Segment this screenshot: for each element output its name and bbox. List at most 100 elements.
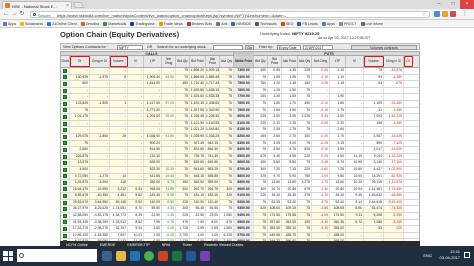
strike-price-cell[interactable]: 9200.00	[234, 199, 254, 206]
extension-icon[interactable]	[434, 11, 440, 17]
strike-price-cell[interactable]: 8100.00	[234, 120, 254, 127]
call-ltp-cell[interactable]: 900.20	[144, 140, 162, 147]
strike-price-cell[interactable]: 8300.00	[234, 140, 254, 147]
call-oi-cell[interactable]: 18,64,475	[70, 186, 90, 193]
put-ltp-cell[interactable]: 1.75	[330, 107, 346, 114]
call-chart-icon[interactable]	[61, 193, 70, 199]
call-chart-icon[interactable]	[61, 226, 70, 232]
call-ltp-cell[interactable]: 1,909.40	[144, 74, 162, 81]
put-ltp-cell[interactable]: 20.80	[330, 186, 346, 193]
option-row[interactable]: 18,64,475 -19,950 3,212 9.53 265.05 11.85 300 2…	[60, 186, 420, 194]
bookmark-star-icon[interactable]: ☆	[422, 12, 426, 18]
option-row[interactable]: 4,500- - -523.30 10.20 75 541.60 553.25 75 8700.…	[60, 166, 420, 174]
put-ltp-cell[interactable]: 260.35	[330, 219, 346, 226]
bookmark-item[interactable]: Zerodha	[80, 21, 99, 26]
option-row[interactable]: - - - - - -75 1,525.00 1,538.35 75 7700.00 150 1.30…	[60, 94, 420, 101]
menu-kebab-icon[interactable]: ⋮	[462, 11, 468, 17]
bookmark-item[interactable]: Apps	[3, 21, 16, 26]
option-row[interactable]: - - - - - -75 1,896.20 1,909.15 75 7300.00 450 0.85…	[60, 68, 420, 75]
call-chart-icon[interactable]	[61, 180, 70, 186]
strike-price-cell[interactable]: 7400.00	[234, 74, 254, 81]
bookmark-item[interactable]: Brokers Bots	[186, 21, 212, 26]
call-oi-cell[interactable]: -	[70, 120, 90, 127]
call-ltp-cell[interactable]: 441.65	[144, 173, 162, 180]
taskbar-search-input[interactable]	[17, 249, 97, 262]
strike-price-cell[interactable]: 8900.00	[234, 180, 254, 186]
call-oi-cell[interactable]: 2,850	[70, 147, 90, 153]
call-chart-icon[interactable]	[61, 81, 70, 87]
option-row[interactable]: 25,53,675 -3,64,950 69,148 9.00 110.00 6.55 22…	[60, 199, 420, 207]
call-oi-cell[interactable]: 4,500	[70, 166, 90, 173]
call-chart-icon[interactable]	[61, 213, 70, 219]
call-ltp-cell[interactable]: -	[144, 87, 162, 94]
put-ltp-cell[interactable]: 5.70	[330, 160, 346, 166]
call-oi-cell[interactable]: 25,53,675	[70, 199, 90, 206]
stock-search-input[interactable]	[213, 44, 243, 50]
strike-price-cell[interactable]: 8200.00	[234, 133, 254, 140]
option-row[interactable]: 17,53,275 -2,98,275 32,197 9.04 2.60 0.05 1,72…	[60, 226, 420, 233]
call-ltp-cell[interactable]: 722.10	[144, 153, 162, 160]
call-oi-cell[interactable]: 36,37,575	[70, 206, 90, 213]
put-ltp-cell[interactable]: 458.00	[330, 232, 346, 239]
call-ltp-cell[interactable]: 350.00	[144, 180, 162, 186]
call-chart-icon[interactable]	[61, 100, 70, 107]
bookmark-item[interactable]: Marketcalls	[103, 21, 126, 26]
call-ltp-cell[interactable]: 7.95	[144, 219, 162, 226]
call-oi-cell[interactable]: 75	[70, 107, 90, 114]
option-row[interactable]: - - - - - -75 1,021.20 1,044.80 75 8150.00 75 2.35 2…	[60, 127, 420, 134]
strike-price-cell[interactable]: 7900.00	[234, 107, 254, 114]
call-oi-cell[interactable]: -	[70, 87, 90, 94]
option-row[interactable]: 36,37,575 -6,26,625 1,74,651 8.70 55.50 4.30 3…	[60, 206, 420, 214]
strike-price-cell[interactable]: 7800.00	[234, 100, 254, 107]
notification-icon[interactable]	[464, 252, 470, 258]
option-row[interactable]: 1,01,475- - -1,204.00 29.00 75 1,226.45 1,235.…	[60, 114, 420, 121]
call-oi-cell[interactable]: -	[70, 127, 90, 133]
call-chart-icon[interactable]	[61, 140, 70, 147]
reload-icon[interactable]: ↻	[19, 11, 25, 17]
call-chart-icon[interactable]	[61, 120, 70, 127]
bookmark-item[interactable]: Apps	[321, 21, 335, 26]
call-ltp-cell[interactable]: 523.30	[144, 166, 162, 173]
put-ltp-cell[interactable]: 4.50	[330, 153, 346, 160]
option-row[interactable]: 8,55,675 -40,350 4,451 9.62 183.45 8.95 75 181.…	[60, 193, 420, 200]
task-view-icon[interactable]	[102, 251, 112, 261]
back-arrow-icon[interactable]: ←	[3, 11, 9, 17]
call-ltp-cell[interactable]: 1,271.40	[144, 107, 162, 114]
bookmark-item[interactable]: Technicals	[255, 21, 277, 26]
bookmark-item[interactable]: Tradingview	[130, 21, 155, 26]
minimize-button[interactable]: –	[432, 0, 446, 9]
option-row[interactable]: 42,58,050 -4,82,175 1,34,773 8.39 22.90 2.35 2…	[60, 213, 420, 220]
call-oi-cell[interactable]: 8,55,675	[70, 193, 90, 199]
call-oi-cell[interactable]: 123,825	[70, 100, 90, 107]
maximize-button[interactable]: □	[446, 0, 460, 9]
call-oi-cell[interactable]: 17,53,275	[70, 226, 90, 232]
call-ltp-cell[interactable]: 265.05	[144, 186, 162, 193]
option-row[interactable]: 12,89,100 -1,18,350 7,837 10.01 1.05 -0.05 2,7…	[60, 232, 420, 240]
call-chart-icon[interactable]	[61, 173, 70, 180]
call-ltp-cell[interactable]: 2.60	[144, 226, 162, 232]
call-chart-icon[interactable]	[61, 153, 70, 160]
put-ltp-cell[interactable]: 13.60	[330, 180, 346, 186]
call-chart-icon[interactable]	[61, 133, 70, 140]
call-ltp-cell[interactable]: 55.50	[144, 206, 162, 213]
call-chart-icon[interactable]	[61, 68, 70, 74]
word-icon[interactable]	[186, 251, 196, 261]
strike-price-cell[interactable]: 8600.00	[234, 160, 254, 166]
call-ltp-cell[interactable]: 626.00	[144, 160, 162, 166]
expiry-type-select[interactable]: Expiry Date	[277, 44, 301, 50]
strike-price-cell[interactable]: 9100.00	[234, 193, 254, 199]
put-ltp-cell[interactable]: 35.20	[330, 193, 346, 199]
call-oi-cell[interactable]: 13,575	[70, 160, 90, 166]
extension-icon[interactable]	[442, 11, 448, 17]
bookmark-item[interactable]: FB Leads	[297, 21, 318, 26]
put-ltp-cell[interactable]: 2.00	[330, 114, 346, 120]
option-row[interactable]: 1,51,875 -3,900 118-350.00 8.75 150 352.50 359…	[60, 180, 420, 187]
strike-price-cell[interactable]: 9000.00	[234, 186, 254, 193]
option-row[interactable]: 123,825 -1,800 1-1,417.50 57.00 75 1,420.15 1,…	[60, 100, 420, 108]
strike-price-cell[interactable]: 9600.00	[234, 226, 254, 232]
new-tab-button[interactable]	[72, 2, 85, 8]
option-row[interactable]: 600- - -1,814.00-450 1,710.40 1,717.45 75 7500…	[60, 81, 420, 88]
strike-price-cell[interactable]: 7500.00	[234, 81, 254, 87]
strike-price-cell[interactable]: 8500.00	[234, 153, 254, 160]
option-row[interactable]: 129,075 -1,800 25-1,026.00 41.50 75 1,025.95 1…	[60, 133, 420, 141]
